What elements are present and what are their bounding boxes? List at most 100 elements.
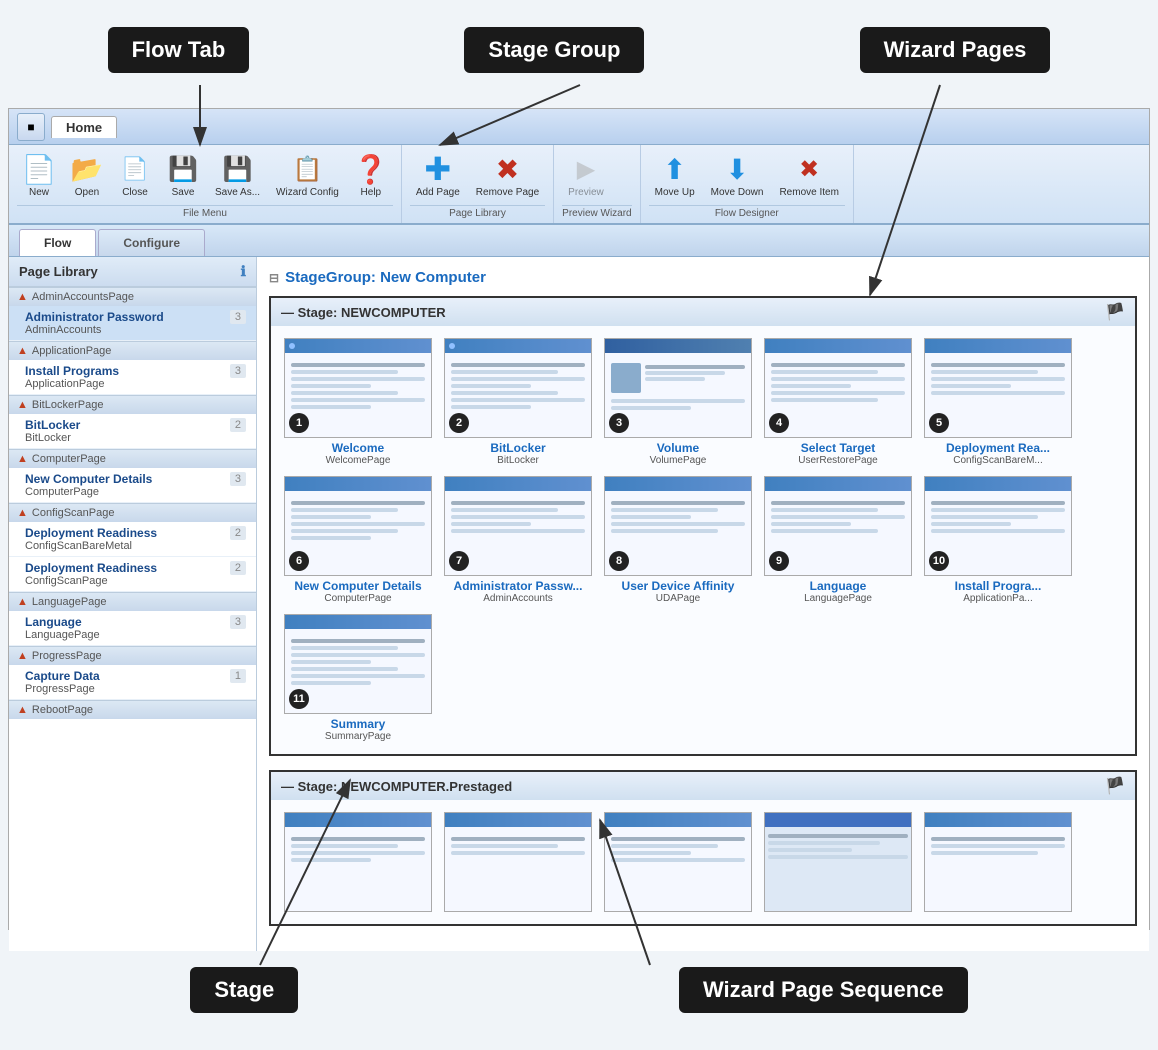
open-button[interactable]: 📂 Open bbox=[65, 149, 109, 203]
sidebar-item-bitlocker[interactable]: BitLocker BitLocker 2 bbox=[9, 414, 256, 449]
sidebar-category-label-admin: AdminAccountsPage bbox=[32, 291, 134, 303]
app-menu-button[interactable]: ■ bbox=[17, 113, 45, 141]
sidebar-info-icon[interactable]: ℹ bbox=[241, 263, 246, 280]
sidebar-item-deploy-ready-2[interactable]: Deployment Readiness ConfigScanPage 2 bbox=[9, 557, 256, 592]
sidebar-item-language-sub: LanguagePage bbox=[25, 629, 100, 641]
move-down-button[interactable]: ⬇ Move Down bbox=[705, 149, 770, 203]
save-button[interactable]: 💾 Save bbox=[161, 149, 205, 203]
close-icon: 📄 bbox=[119, 153, 151, 185]
page-card-3[interactable]: 3 Volume VolumePage bbox=[603, 338, 753, 466]
ribbon: 📄 New 📂 Open 📄 Close 💾 Save 💾 Sav bbox=[9, 145, 1149, 225]
save-label: Save bbox=[172, 187, 195, 199]
page-card-7[interactable]: 7 Administrator Passw... AdminAccounts bbox=[443, 476, 593, 604]
page-card-p1[interactable] bbox=[283, 812, 433, 912]
close-button[interactable]: 📄 Close bbox=[113, 149, 157, 203]
collapse-button[interactable]: ⊟ bbox=[269, 271, 279, 285]
stage-flag-prestaged: 🏴 bbox=[1105, 776, 1125, 796]
page-name-2: BitLocker bbox=[490, 441, 545, 455]
close-label: Close bbox=[122, 187, 148, 199]
sidebar-item-deploy2-name: Deployment Readiness bbox=[25, 561, 157, 575]
page-card-p2[interactable] bbox=[443, 812, 593, 912]
sidebar-category-label-reboot: RebootPage bbox=[32, 704, 93, 716]
ribbon-page-library-group: ✚ Add Page ✖ Remove Page Page Library bbox=[402, 145, 554, 223]
sidebar-item-bitlocker-sub: BitLocker bbox=[25, 432, 80, 444]
sidebar-item-bitlocker-name: BitLocker bbox=[25, 418, 80, 432]
sidebar-category-reboot: ▲ RebootPage bbox=[9, 700, 256, 719]
page-card-5[interactable]: 5 Deployment Rea... ConfigScanBareM... bbox=[923, 338, 1073, 466]
preview-button[interactable]: ▶ Preview bbox=[562, 149, 610, 203]
flow-canvas: ⊟ StageGroup: New Computer — Stage: NEWC… bbox=[257, 257, 1149, 951]
page-card-1[interactable]: 1 Welcome WelcomePage bbox=[283, 338, 433, 466]
sidebar-item-computer-name: New Computer Details bbox=[25, 472, 152, 486]
page-card-8[interactable]: 8 User Device Affinity UDAPage bbox=[603, 476, 753, 604]
home-tab[interactable]: Home bbox=[51, 116, 117, 138]
add-page-button[interactable]: ✚ Add Page bbox=[410, 149, 466, 203]
title-bar: ■ Home bbox=[9, 109, 1149, 145]
remove-page-button[interactable]: ✖ Remove Page bbox=[470, 149, 545, 203]
sidebar-item-install-count: 3 bbox=[230, 364, 246, 378]
page-card-p5[interactable] bbox=[923, 812, 1073, 912]
page-number-7: 7 bbox=[449, 551, 469, 571]
add-page-label: Add Page bbox=[416, 187, 460, 199]
remove-item-icon: ✖ bbox=[793, 153, 825, 185]
sidebar-item-admin-sub: AdminAccounts bbox=[25, 324, 164, 336]
remove-page-label: Remove Page bbox=[476, 187, 539, 199]
save-as-button[interactable]: 💾 Save As... bbox=[209, 149, 266, 203]
sidebar-item-capture-data[interactable]: Capture Data ProgressPage 1 bbox=[9, 665, 256, 700]
sidebar-item-language[interactable]: Language LanguagePage 3 bbox=[9, 611, 256, 646]
sidebar-item-deploy2-count: 2 bbox=[230, 561, 246, 575]
page-name-4: Select Target bbox=[801, 441, 875, 455]
sidebar-item-deploy1-name: Deployment Readiness bbox=[25, 526, 157, 540]
sidebar-category-expand-bitlocker: ▲ bbox=[17, 399, 28, 411]
page-type-10: ApplicationPa... bbox=[963, 593, 1033, 604]
sidebar-item-admin-password[interactable]: Administrator Password AdminAccounts 3 bbox=[9, 306, 256, 341]
help-button[interactable]: ❓ Help bbox=[349, 149, 393, 203]
page-type-7: AdminAccounts bbox=[483, 593, 552, 604]
page-card-4[interactable]: 4 Select Target UserRestorePage bbox=[763, 338, 913, 466]
page-name-11: Summary bbox=[331, 717, 386, 731]
sidebar-header: Page Library ℹ bbox=[9, 257, 256, 287]
page-name-9: Language bbox=[810, 579, 867, 593]
page-number-3: 3 bbox=[609, 413, 629, 433]
preview-label: Preview bbox=[568, 187, 604, 199]
page-card-6[interactable]: 6 New Computer Details ComputerPage bbox=[283, 476, 433, 604]
sidebar-category-label-app: ApplicationPage bbox=[32, 345, 112, 357]
flow-tab[interactable]: Flow bbox=[19, 229, 96, 256]
page-card-10[interactable]: 10 Install Progra... ApplicationPa... bbox=[923, 476, 1073, 604]
configure-tab[interactable]: Configure bbox=[98, 229, 205, 256]
new-button[interactable]: 📄 New bbox=[17, 149, 61, 203]
move-up-button[interactable]: ⬆ Move Up bbox=[649, 149, 701, 203]
open-icon: 📂 bbox=[71, 153, 103, 185]
sidebar-category-progress: ▲ ProgressPage bbox=[9, 646, 256, 665]
sidebar-item-install-sub: ApplicationPage bbox=[25, 378, 119, 390]
stage-annotation: Stage bbox=[190, 967, 298, 1013]
page-name-5: Deployment Rea... bbox=[946, 441, 1050, 455]
new-label: New bbox=[29, 187, 49, 199]
wizard-config-button[interactable]: 📋 Wizard Config bbox=[270, 149, 345, 203]
sidebar-category-computer: ▲ ComputerPage bbox=[9, 449, 256, 468]
stage-pages-grid-prestaged bbox=[271, 800, 1135, 924]
sidebar-item-install-programs[interactable]: Install Programs ApplicationPage 3 bbox=[9, 360, 256, 395]
sidebar-item-deploy-ready-1[interactable]: Deployment Readiness ConfigScanBareMetal… bbox=[9, 522, 256, 557]
sidebar-category-expand-admin: ▲ bbox=[17, 291, 28, 303]
page-card-p4[interactable] bbox=[763, 812, 913, 912]
help-icon: ❓ bbox=[355, 153, 387, 185]
page-card-p3[interactable] bbox=[603, 812, 753, 912]
sidebar-category-expand-app: ▲ bbox=[17, 345, 28, 357]
page-thumbnail-p3 bbox=[604, 812, 752, 912]
sidebar-item-computer-details[interactable]: New Computer Details ComputerPage 3 bbox=[9, 468, 256, 503]
page-thumbnail-4: 4 bbox=[764, 338, 912, 438]
wizard-config-icon: 📋 bbox=[291, 153, 323, 185]
page-card-9[interactable]: 9 Language LanguagePage bbox=[763, 476, 913, 604]
page-card-11[interactable]: 11 Summary SummaryPage bbox=[283, 614, 433, 742]
page-card-2[interactable]: 2 BitLocker BitLocker bbox=[443, 338, 593, 466]
stage-group-annotation: Stage Group bbox=[464, 27, 644, 73]
remove-item-button[interactable]: ✖ Remove Item bbox=[773, 149, 844, 203]
sidebar-category-expand-progress: ▲ bbox=[17, 650, 28, 662]
page-thumbnail-6: 6 bbox=[284, 476, 432, 576]
stage-group-title: ⊟ StageGroup: New Computer bbox=[269, 269, 1137, 286]
sidebar-category-expand-computer: ▲ bbox=[17, 453, 28, 465]
stage-pages-grid-newcomputer: 1 Welcome WelcomePage bbox=[271, 326, 1135, 754]
stage-group-name: StageGroup: New Computer bbox=[285, 269, 486, 286]
content-area: Page Library ℹ ▲ AdminAccountsPage Admin… bbox=[9, 257, 1149, 951]
